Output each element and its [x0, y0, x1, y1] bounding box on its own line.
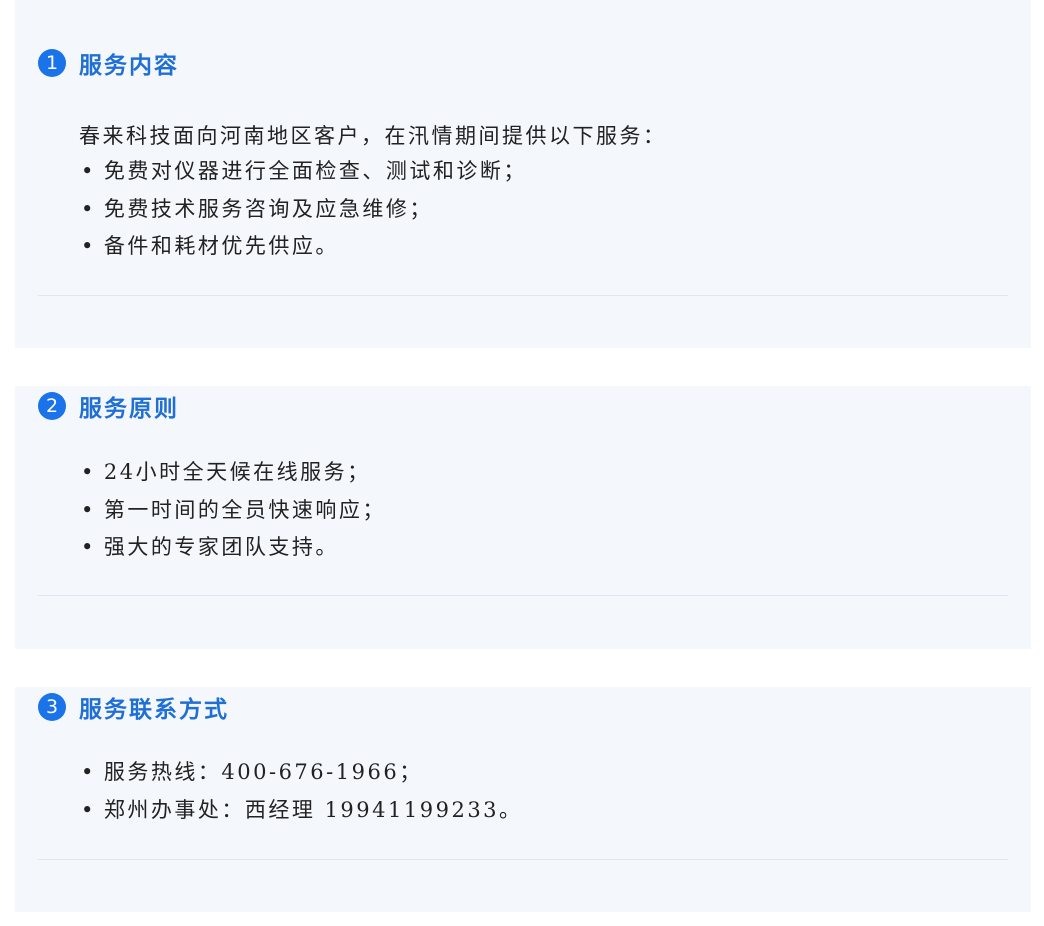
bullet: •	[81, 196, 96, 221]
section-number-badge: 3	[38, 693, 66, 721]
section-header: 3 服务联系方式	[38, 690, 229, 724]
list-item: • 免费对仪器进行全面检查、测试和诊断；	[81, 159, 527, 183]
service-principles-list: • 24小时全天候在线服务； • 第一时间的全员快速响应； • 强大的专家团队支持。	[81, 454, 386, 567]
list-item-hotline[interactable]: • 服务热线：400-676-1966；	[81, 754, 523, 792]
list-item: • 免费技术服务咨询及应急维修；	[81, 196, 433, 221]
list-item-office[interactable]: • 郑州办事处：西经理 19941199233。	[81, 792, 523, 830]
section-header: 2 服务原则	[38, 389, 179, 423]
section-title: 服务内容	[79, 53, 179, 79]
bullet: •	[81, 460, 96, 484]
bullet: •	[81, 797, 96, 822]
section-service-content: 1 服务内容 春来科技面向河南地区客户，在汛情期间提供以下服务： • 免费对仪器进…	[15, 0, 1031, 348]
bullet: •	[81, 159, 96, 183]
list-item: • 备件和耗材优先供应。	[81, 234, 339, 258]
list-item: • 24小时全天候在线服务；	[81, 460, 371, 484]
section-title: 服务联系方式	[79, 697, 229, 723]
section-divider	[38, 295, 1008, 296]
service-content-list: • 免费对仪器进行全面检查、测试和诊断； • 免费技术服务咨询及应急维修； • 备件和…	[81, 153, 527, 266]
section-intro: 春来科技面向河南地区客户，在汛情期间提供以下服务：	[79, 124, 667, 148]
section-divider	[38, 595, 1008, 596]
bullet: •	[81, 497, 96, 522]
list-item: • 第一时间的全员快速响应；	[81, 497, 386, 522]
section-divider	[38, 859, 1008, 860]
section-number-badge: 2	[38, 392, 66, 420]
section-header: 1 服务内容	[38, 46, 179, 80]
list-item: • 强大的专家团队支持。	[81, 535, 339, 559]
bullet: •	[81, 760, 96, 784]
section-title: 服务原则	[79, 396, 179, 422]
section-contact: 3 服务联系方式 • 服务热线：400-676-1966； • 郑州办事处：西经理 …	[15, 687, 1031, 912]
section-number-badge: 1	[38, 49, 66, 77]
bullet: •	[81, 535, 96, 559]
bullet: •	[81, 234, 96, 258]
contact-list: • 服务热线：400-676-1966； • 郑州办事处：西经理 199411992…	[81, 754, 523, 829]
section-service-principles: 2 服务原则 • 24小时全天候在线服务； • 第一时间的全员快速响应； • 强大的专…	[15, 386, 1031, 649]
